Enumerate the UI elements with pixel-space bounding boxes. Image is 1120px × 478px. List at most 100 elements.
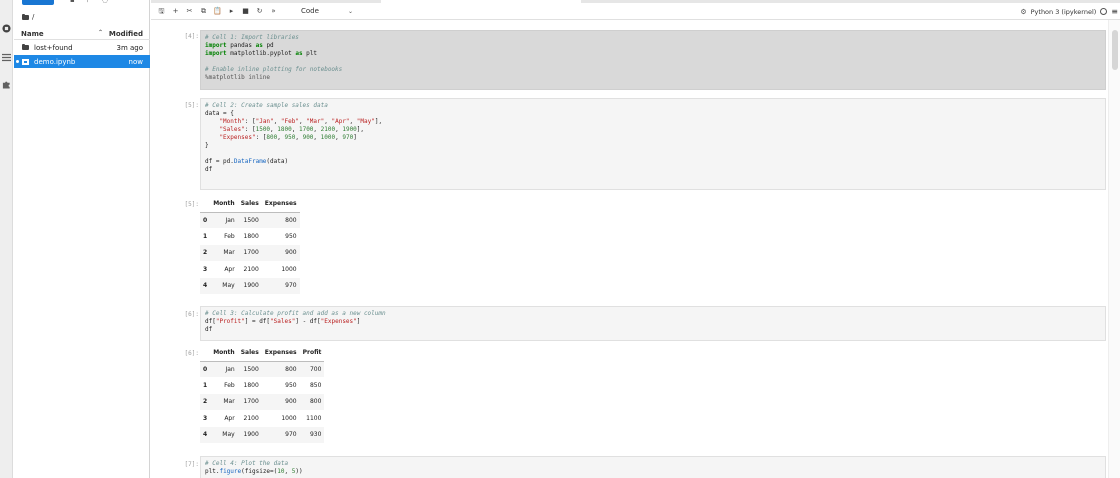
code-token: 1900 xyxy=(342,126,357,133)
table-row: 1 Feb 1800 950 xyxy=(200,228,300,244)
code-token: (data) xyxy=(266,158,289,165)
code-line: # Cell 2: Create sample sales data xyxy=(205,102,1101,110)
code-line: plt.figure(figsize=(10, 5)) xyxy=(205,468,1101,476)
code-token: # Cell 1: Import libraries xyxy=(205,34,299,41)
puzzle-icon[interactable] xyxy=(2,80,11,89)
table-cell: 1700 xyxy=(243,249,259,257)
code-token: , xyxy=(295,134,303,141)
code-token: df xyxy=(205,326,213,333)
table-cell: 2100 xyxy=(243,414,259,422)
file-modified: 3m ago xyxy=(116,44,143,52)
copy-icon[interactable]: ⧉ xyxy=(199,7,208,16)
scrollbar-thumb[interactable] xyxy=(1112,30,1118,70)
code-token: df = pd. xyxy=(205,158,234,165)
circle-stop-icon[interactable] xyxy=(2,24,11,33)
output-prompt: [6]: xyxy=(184,350,199,357)
paste-icon[interactable]: 📋 xyxy=(213,7,222,16)
cell-type-select[interactable]: Code ⌄ xyxy=(301,7,353,16)
code-token: ] xyxy=(356,318,361,325)
breadcrumb[interactable]: / xyxy=(22,12,34,22)
modified-column-header[interactable]: Modified xyxy=(109,30,143,38)
table-cell: 700 xyxy=(309,365,322,373)
code-token: ], xyxy=(374,118,383,125)
code-token: plt. xyxy=(205,468,220,475)
code-line: "Sales": [1500, 1800, 1700, 2100, 1900], xyxy=(205,126,1101,134)
add-cell-icon[interactable]: + xyxy=(171,7,180,16)
code-token: ] - df[ xyxy=(295,318,321,325)
code-cell-imports[interactable]: # Cell 1: Import libraries import pandas … xyxy=(200,30,1106,90)
table-cell: May xyxy=(222,431,235,439)
sort-ascending-icon[interactable]: ⌃ xyxy=(98,29,103,36)
kernel-name[interactable]: Python 3 (ipykernel) xyxy=(1031,8,1097,16)
code-line: data = { xyxy=(205,110,1101,118)
jupyterlab-window: ▪ ⤒ ◌ / Name ⌃ Modified lost+found 3m ag… xyxy=(0,0,1120,478)
row-index: 0 xyxy=(203,365,208,373)
file-row-demo-ipynb[interactable]: demo.ipynb now xyxy=(14,55,150,68)
code-line: # Cell 4: Plot the data xyxy=(205,460,1101,468)
name-column-header[interactable]: Name xyxy=(21,30,44,38)
run-icon[interactable]: ▸ xyxy=(227,7,236,16)
cell-prompt: [5]: xyxy=(184,102,199,109)
code-token: 900 xyxy=(302,134,314,141)
row-index: 1 xyxy=(203,382,208,390)
code-token: import xyxy=(205,42,227,49)
code-token: plt xyxy=(302,50,318,57)
restart-icon[interactable]: ↻ xyxy=(255,7,264,16)
menu-icon[interactable]: ≡ xyxy=(1111,7,1118,16)
cell-prompt: [7]: xyxy=(184,461,199,468)
code-token: 1800 xyxy=(277,126,292,133)
kernel-idle-icon xyxy=(1100,8,1108,15)
dataframe-output-sales: Month Sales Expenses 0 Jan 1500 800 1 Feb 1800 950… xyxy=(200,195,300,294)
list-icon[interactable] xyxy=(2,53,11,62)
cut-icon[interactable]: ✂ xyxy=(185,7,194,16)
row-index: 4 xyxy=(203,282,208,290)
refresh-icon[interactable]: ◌ xyxy=(102,0,109,4)
code-token: 1000 xyxy=(320,134,336,141)
table-row: 4 May 1900 970 930 xyxy=(200,426,325,443)
breadcrumb-path[interactable]: / xyxy=(32,13,34,21)
code-token: figure xyxy=(219,468,242,475)
table-cell: Apr xyxy=(224,265,235,273)
code-token: 970 xyxy=(342,134,354,141)
code-token: ] = df[ xyxy=(244,318,271,325)
table-cell: 800 xyxy=(285,216,297,224)
code-cell-create-data[interactable]: # Cell 2: Create sample sales data data =… xyxy=(200,98,1106,190)
code-token: 10 xyxy=(277,468,285,475)
cell-prompt: [4]: xyxy=(184,33,199,40)
code-cell-plot[interactable]: # Cell 4: Plot the data plt.figure(figsiz… xyxy=(200,456,1106,478)
folder-icon xyxy=(22,44,29,50)
table-cell: 900 xyxy=(285,398,297,406)
table-cell: 950 xyxy=(285,382,297,390)
stop-icon[interactable]: ■ xyxy=(241,7,250,16)
table-cell: 1800 xyxy=(243,382,259,390)
save-icon[interactable]: 🖫 xyxy=(157,7,166,16)
table-cell: 1500 xyxy=(243,365,259,373)
new-launcher-button[interactable] xyxy=(22,0,54,5)
table-cell: Jan xyxy=(225,216,235,224)
code-token: } xyxy=(205,142,209,149)
code-line: df xyxy=(205,326,1101,334)
row-index: 2 xyxy=(203,249,208,257)
code-token: 950 xyxy=(284,134,296,141)
row-index: 2 xyxy=(203,398,208,406)
table-cell: 1000 xyxy=(281,414,297,422)
code-cell-profit[interactable]: # Cell 3: Calculate profit and add as a … xyxy=(200,306,1106,341)
table-cell: 1500 xyxy=(243,216,259,224)
activity-bar xyxy=(0,0,13,478)
kernel-status[interactable]: ⚙ Python 3 (ipykernel) ≡ xyxy=(1020,6,1118,17)
dataframe-column-header: Expenses xyxy=(261,195,300,213)
new-folder-icon[interactable]: ▪ xyxy=(70,0,77,4)
notebook-scrollbar[interactable] xyxy=(1108,20,1120,478)
code-line: "Expenses": [800, 950, 900, 1000, 970] xyxy=(205,134,1101,142)
table-cell: 1100 xyxy=(306,414,322,422)
file-list-header: Name ⌃ Modified xyxy=(14,28,150,40)
file-row-lost-found[interactable]: lost+found 3m ago xyxy=(14,41,150,54)
fast-forward-icon[interactable]: » xyxy=(269,7,278,16)
code-token: )) xyxy=(295,468,303,475)
upload-icon[interactable]: ⤒ xyxy=(86,0,93,4)
folder-icon xyxy=(22,13,29,20)
code-line: %matplotlib inline xyxy=(205,74,1101,82)
code-token: "Mar" xyxy=(306,118,325,125)
code-line: # Cell 3: Calculate profit and add as a … xyxy=(205,310,1101,318)
